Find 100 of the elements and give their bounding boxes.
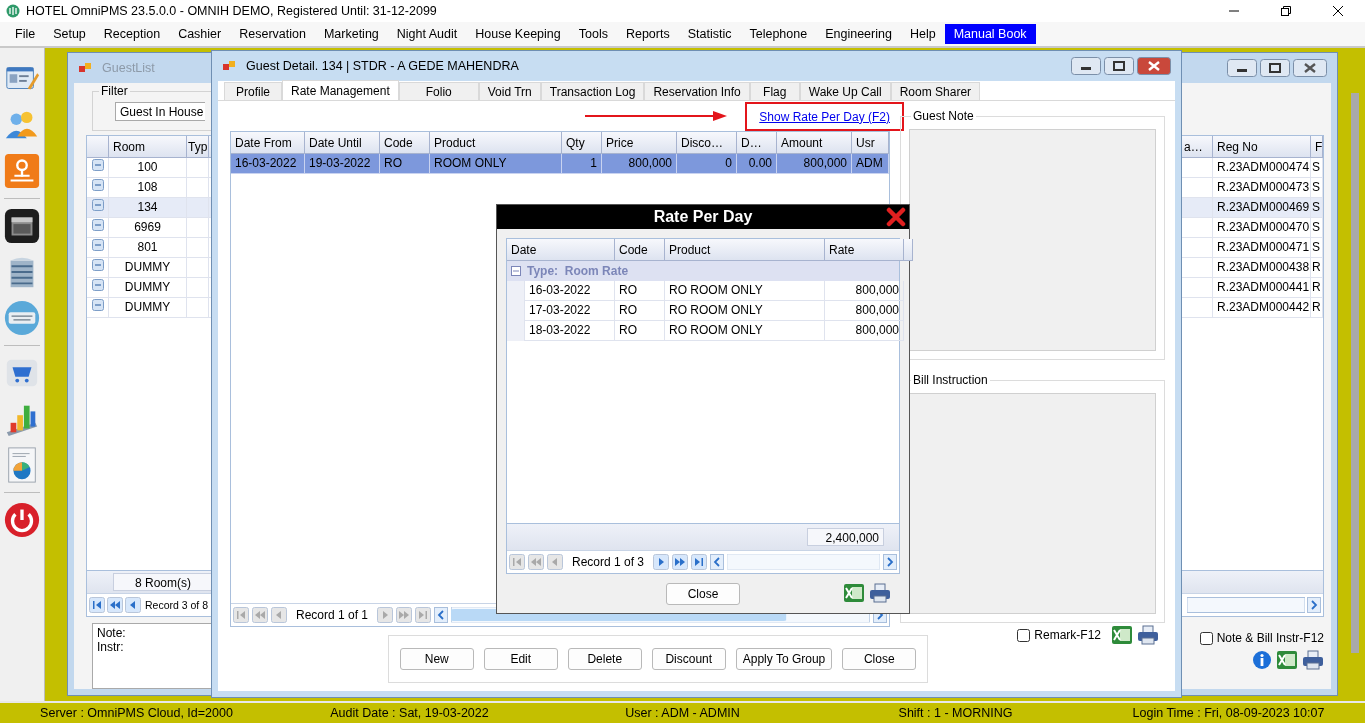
tab[interactable]: Reservation Info [644, 82, 750, 100]
column-header[interactable]: Price [602, 132, 677, 154]
action-button[interactable]: Edit [483, 648, 558, 670]
column-header[interactable]: Rate [825, 239, 904, 261]
column-header[interactable]: Qty [562, 132, 602, 154]
column-header[interactable]: Date [507, 239, 615, 261]
column-header[interactable]: Product [430, 132, 562, 154]
close-button[interactable] [1293, 59, 1327, 77]
column-header[interactable]: Usr [852, 132, 889, 154]
column-header[interactable]: F [1311, 136, 1323, 158]
column-header[interactable]: Code [380, 132, 430, 154]
action-button[interactable]: Delete [567, 648, 642, 670]
menu-item[interactable]: Cashier [169, 24, 231, 44]
calendar-icon[interactable] [4, 208, 40, 244]
column-header[interactable]: D… [737, 132, 777, 154]
last-record-button[interactable] [415, 607, 432, 623]
show-rate-link[interactable]: Show Rate Per Day (F2) [759, 109, 890, 124]
printer-icon[interactable] [1137, 625, 1159, 645]
next-record-button[interactable] [377, 607, 394, 623]
vertical-scrollbar[interactable] [1351, 93, 1359, 653]
checkbox[interactable] [1199, 631, 1213, 645]
first-record-button[interactable] [89, 597, 105, 613]
column-header[interactable]: a… [1180, 136, 1213, 158]
checkbox[interactable] [1017, 628, 1031, 642]
last-record-button[interactable] [691, 554, 708, 570]
info-icon[interactable] [1252, 650, 1272, 670]
column-header[interactable]: Reg No [1213, 136, 1311, 158]
menu-item[interactable]: Setup [44, 24, 95, 44]
menu-item[interactable]: Reservation [230, 24, 315, 44]
tab[interactable]: Wake Up Call [799, 82, 891, 100]
menu-item[interactable]: Night Audit [387, 24, 467, 44]
collapse-icon[interactable] [511, 266, 521, 276]
printer-icon[interactable] [869, 583, 891, 603]
tab[interactable]: Room Sharer [890, 82, 981, 100]
minimize-button[interactable] [1227, 59, 1257, 77]
restore-button[interactable] [1104, 57, 1134, 75]
power-icon[interactable] [4, 502, 40, 538]
tab[interactable]: Profile [224, 82, 282, 100]
checkbox-label[interactable]: Note & Bill Instr-F12 [1216, 631, 1324, 645]
printer-icon[interactable] [1302, 650, 1324, 670]
building-icon[interactable] [10, 257, 34, 288]
scroll-left-icon[interactable] [434, 607, 449, 623]
close-icon[interactable] [886, 207, 906, 227]
close-button[interactable] [1332, 5, 1344, 17]
filter-dropdown[interactable]: Guest In House [115, 102, 205, 121]
menu-item[interactable]: File [6, 24, 45, 44]
guest-note-field[interactable] [909, 129, 1156, 351]
spreadsheet-icon[interactable] [843, 582, 865, 604]
column-header[interactable]: Product [665, 239, 825, 261]
contact-card-icon[interactable] [6, 67, 40, 90]
bill-instruction-field[interactable] [909, 392, 1156, 614]
menu-item[interactable]: Manual Book [944, 24, 1036, 44]
menu-item[interactable]: Statistic [678, 24, 741, 44]
menu-item[interactable]: Marketing [314, 24, 388, 44]
prev-page-record-button[interactable] [107, 597, 123, 613]
next-record-button[interactable] [653, 554, 670, 570]
column-header[interactable]: Disco… [677, 132, 737, 154]
tab[interactable]: Transaction Log [540, 82, 645, 100]
scroll-right-icon[interactable] [1307, 597, 1321, 613]
column-header[interactable]: Date From [231, 132, 305, 154]
people-icon[interactable] [5, 111, 38, 139]
menu-item[interactable]: Help [900, 24, 945, 44]
next-page-record-button[interactable] [672, 554, 689, 570]
column-header[interactable]: Date Until [305, 132, 380, 154]
action-button[interactable]: New [399, 648, 474, 670]
pie-report-icon[interactable] [8, 447, 36, 483]
rooms-sign-icon[interactable] [4, 300, 40, 336]
next-page-record-button[interactable] [396, 607, 413, 623]
horizontal-scrollbar[interactable] [1187, 597, 1305, 613]
tab[interactable]: Void Trn [478, 82, 541, 100]
checkbox-label[interactable]: Remark-F12 [1034, 628, 1101, 642]
action-button[interactable]: Discount [651, 648, 726, 670]
restore-button[interactable] [1260, 59, 1290, 77]
scroll-left-icon[interactable] [710, 554, 725, 570]
spreadsheet-icon[interactable] [1276, 649, 1298, 671]
menu-item[interactable]: Engineering [816, 24, 901, 44]
minimize-button[interactable] [1071, 57, 1101, 75]
grid-row[interactable]: 16-03-2022 19-03-2022 RO ROOM ONLY 1 800,000 0 0.00 800,000 ADM [231, 154, 889, 174]
cart-icon[interactable] [6, 359, 38, 387]
column-header[interactable]: Room [109, 136, 187, 158]
action-button[interactable]: Close [842, 648, 917, 670]
prev-record-button[interactable] [125, 597, 141, 613]
menu-item[interactable]: House Keeping [466, 24, 570, 44]
menu-item[interactable]: Tools [569, 24, 617, 44]
bar-chart-icon[interactable] [6, 405, 38, 437]
column-header[interactable]: Typ [187, 136, 209, 158]
spreadsheet-icon[interactable] [1111, 624, 1133, 646]
menu-item[interactable]: Telephone [740, 24, 817, 44]
action-button[interactable]: Apply To Group [735, 648, 833, 670]
menu-item[interactable]: Reception [94, 24, 170, 44]
scroll-right-icon[interactable] [883, 554, 897, 570]
restore-button[interactable] [1280, 5, 1292, 17]
tab[interactable]: Folio [398, 82, 479, 100]
column-header[interactable]: Code [615, 239, 665, 261]
close-button[interactable]: Close [666, 582, 740, 605]
menu-item[interactable]: Reports [616, 24, 679, 44]
column-header[interactable]: Amount [777, 132, 852, 154]
tab[interactable]: Rate Management [282, 80, 399, 100]
map-pin-icon[interactable] [4, 153, 40, 189]
tab[interactable]: Flag [749, 82, 800, 100]
